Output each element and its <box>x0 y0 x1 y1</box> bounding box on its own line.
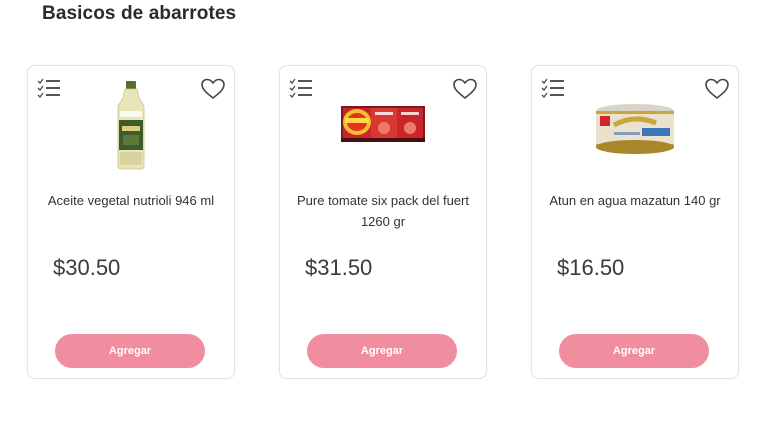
tomato-puree-pack-image <box>341 106 425 142</box>
product-price: $31.50 <box>305 255 373 280</box>
product-card[interactable]: Atun en agua mazatun 140 gr $16.50 Agreg… <box>531 65 739 379</box>
oil-bottle-image <box>117 81 145 170</box>
product-name: Pure tomate six pack del fuert 1260 gr <box>297 193 469 229</box>
product-price: $16.50 <box>557 255 625 280</box>
add-to-cart-button[interactable]: Agregar <box>55 334 205 368</box>
tuna-can-image <box>596 104 674 154</box>
add-to-cart-button[interactable]: Agregar <box>559 334 709 368</box>
product-card[interactable]: Pure tomate six pack del fuert 1260 gr $… <box>279 65 487 379</box>
product-price: $30.50 <box>53 255 121 280</box>
product-card[interactable]: Aceite vegetal nutrioli 946 ml $30.50 Ag… <box>27 65 235 379</box>
checklist-icon[interactable] <box>37 78 61 98</box>
heart-icon[interactable] <box>200 77 226 101</box>
product-name: Aceite vegetal nutrioli 946 ml <box>47 193 215 208</box>
checklist-icon[interactable] <box>289 78 313 98</box>
checklist-icon[interactable] <box>541 78 565 98</box>
add-to-cart-button[interactable]: Agregar <box>307 334 457 368</box>
product-name: Atun en agua mazatun 140 gr <box>549 193 721 208</box>
heart-icon[interactable] <box>704 77 730 101</box>
heart-icon[interactable] <box>452 77 478 101</box>
product-section: Basicos de abarrotes Aceite vegetal nutr… <box>0 0 768 432</box>
section-title: Basicos de abarrotes <box>42 3 237 24</box>
